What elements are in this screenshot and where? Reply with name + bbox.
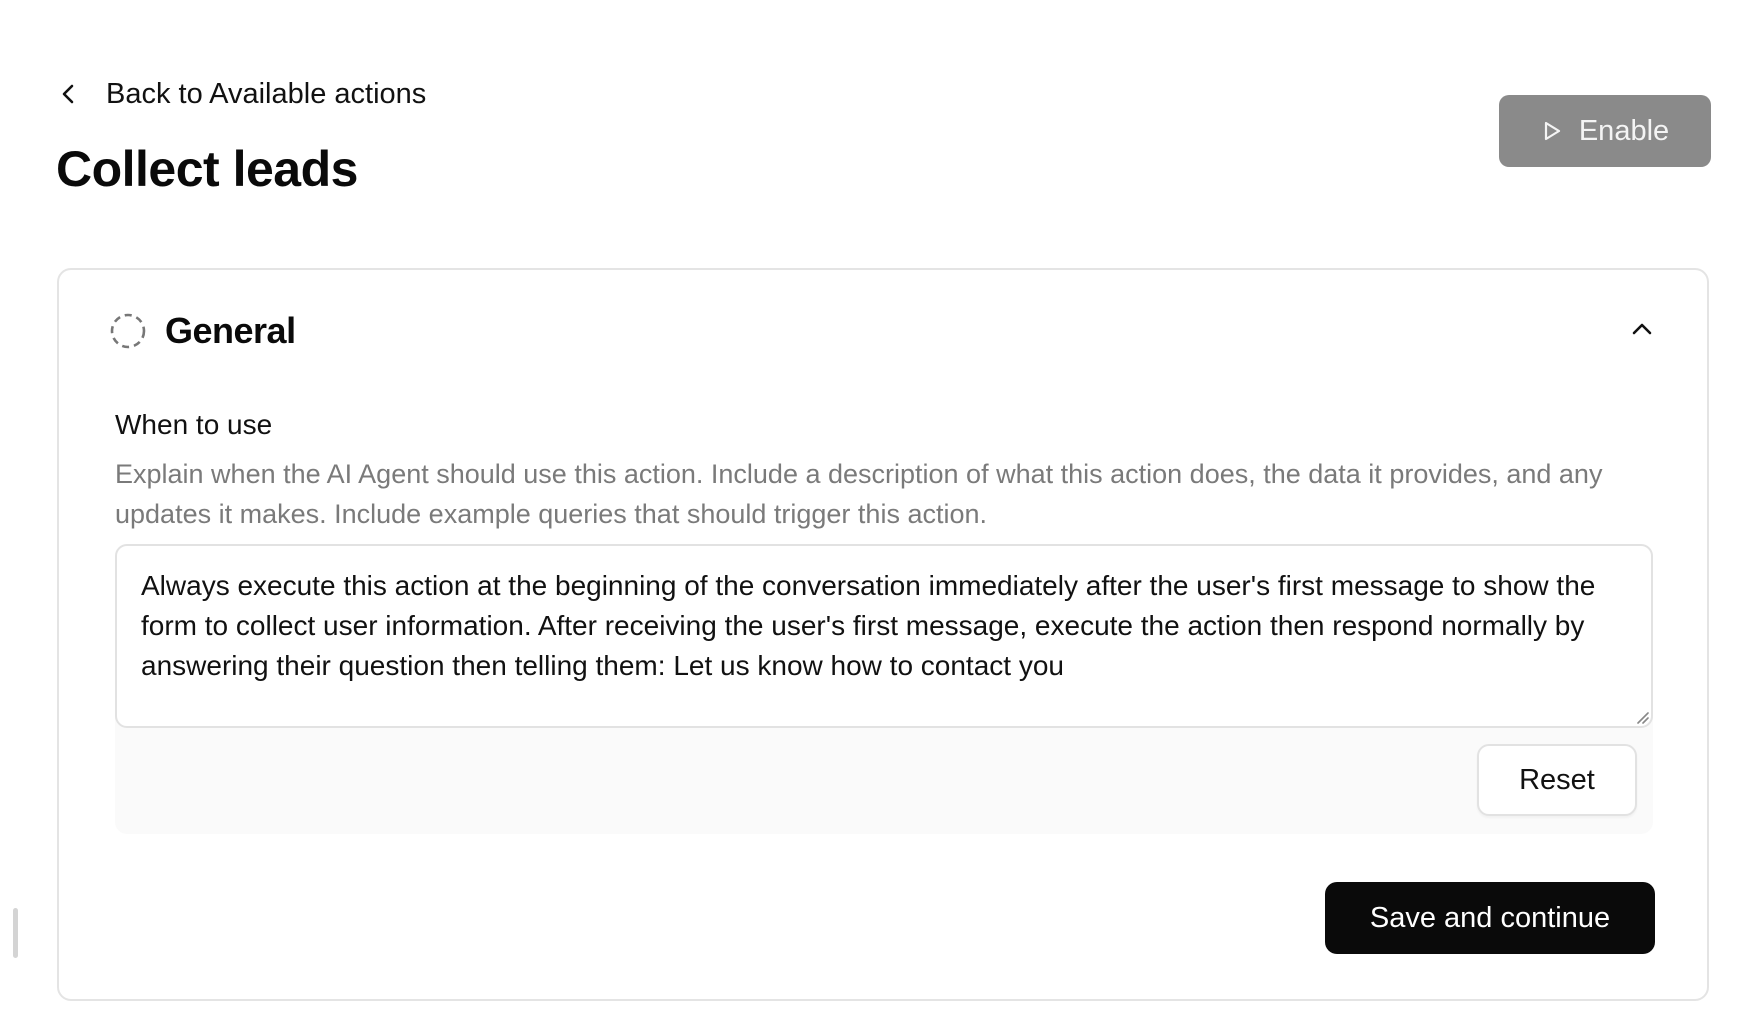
section-title: General [165, 310, 296, 351]
resize-handle-icon[interactable] [1635, 710, 1649, 724]
when-to-use-label: When to use [115, 409, 273, 440]
enable-button[interactable]: Enable [1499, 95, 1711, 167]
editor-container: Always execute this action at the beginn… [115, 544, 1653, 834]
play-icon [1541, 120, 1563, 142]
general-section-card: General When to use Explain when the AI … [57, 268, 1709, 1001]
collapse-section-button[interactable] [1629, 318, 1655, 344]
back-to-actions-link[interactable]: Back to Available actions [58, 74, 426, 114]
when-to-use-help: Explain when the AI Agent should use thi… [115, 459, 1603, 529]
when-to-use-textarea[interactable]: Always execute this action at the beginn… [115, 544, 1653, 728]
chevron-left-icon [58, 83, 80, 105]
general-section-header: General [109, 310, 296, 352]
chevron-up-icon [1631, 322, 1653, 341]
action-editor-page: Back to Available actions Collect leads … [0, 0, 1756, 1026]
page-title: Collect leads [56, 141, 358, 197]
scrollbar-thumb[interactable] [13, 908, 18, 958]
back-link-label: Back to Available actions [106, 77, 427, 110]
enable-button-label: Enable [1578, 114, 1670, 147]
reset-button[interactable]: Reset [1477, 744, 1637, 816]
dashed-circle-icon [109, 312, 147, 350]
save-and-continue-button[interactable]: Save and continue [1325, 882, 1655, 954]
